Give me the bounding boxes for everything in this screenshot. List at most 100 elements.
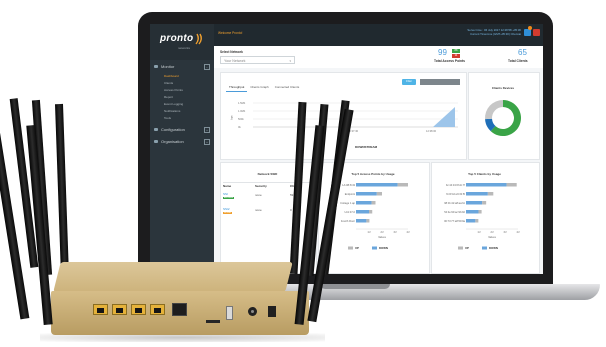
- sidebar: pronto networks Monitor − Dashboard Clie…: [150, 24, 214, 274]
- legend-label: UP: [465, 246, 469, 250]
- downstream-label: DOWNSTREAM: [355, 145, 378, 149]
- ssid-status-badge: DISAB: [223, 212, 232, 214]
- lan-port: [93, 304, 108, 315]
- bar-down: [466, 210, 479, 214]
- bar-down: [466, 219, 476, 223]
- power-button[interactable]: [533, 29, 540, 36]
- session-info: Server time : 06 July 2017 12:28:58 +05:…: [467, 28, 521, 36]
- date-range-select[interactable]: [420, 79, 460, 85]
- lan-port: [112, 304, 127, 315]
- wan-port: [172, 303, 187, 316]
- legend-label: DOWN: [379, 246, 388, 250]
- bar-up: [478, 210, 482, 214]
- ssid-row-clients: 0: [290, 208, 292, 212]
- sidebar-subitem-event-logging[interactable]: Event Logging: [164, 101, 183, 107]
- bar-label: 00:73:77:a8:59:9a: [444, 219, 465, 223]
- y-tick: 500k: [238, 118, 244, 121]
- bar-label: f4:0f:42:e9:33:f5: [446, 192, 465, 196]
- clients-devices-donut: [485, 100, 521, 136]
- network-select[interactable]: Your Network ▾: [220, 56, 295, 64]
- bar-up: [397, 183, 408, 187]
- x-axis-label: Values: [378, 235, 386, 239]
- power-jack: [248, 307, 257, 316]
- bar-label: Cottage 1 ap: [340, 201, 355, 205]
- x-tick: 2M: [490, 231, 493, 234]
- welcome-text: Welcome Pronto!: [218, 31, 243, 35]
- usb-port: [226, 306, 233, 320]
- clients-count: 65: [518, 48, 527, 57]
- lan-port: [150, 304, 165, 315]
- y-tick: 0k: [238, 126, 241, 129]
- filter-button[interactable]: Filter: [402, 79, 416, 85]
- bar-up: [475, 219, 479, 223]
- ssid-row-security: none: [255, 208, 262, 212]
- legend-label: DOWN: [489, 246, 498, 250]
- legend-swatch: [348, 246, 353, 250]
- sidebar-item-monitor[interactable]: Monitor −: [150, 62, 214, 71]
- x-tick: 3M: [393, 231, 396, 234]
- bar-up: [487, 192, 494, 196]
- ssid-status-badge: ENABLE: [223, 197, 235, 199]
- sidebar-subitem-notifications[interactable]: Notifications: [164, 108, 180, 114]
- sidebar-subitem-report[interactable]: Report: [164, 94, 173, 100]
- bar-down: [356, 183, 398, 187]
- logo-arc-icon: [195, 33, 202, 45]
- x-tick: 1M: [367, 231, 370, 234]
- bar-down: [356, 192, 377, 196]
- organisation-icon: [154, 140, 158, 143]
- sidebar-item-configuration[interactable]: Configuration +: [150, 125, 214, 134]
- x-tick: 4M: [406, 231, 409, 234]
- legend-swatch: [458, 246, 463, 250]
- timezone: Current Timezone (GMT+05:30) Chennai: [470, 32, 521, 36]
- bar-down: [356, 210, 369, 214]
- x-tick: 1M: [477, 231, 480, 234]
- select-network-label: Select Network: [220, 50, 243, 54]
- sidebar-item-organisation[interactable]: Organisation +: [150, 137, 214, 146]
- throughput-area: [433, 107, 455, 127]
- sidebar-subitem-clients[interactable]: Clients: [164, 80, 173, 86]
- tab-clients-graph[interactable]: Clients Graph: [247, 84, 271, 92]
- bar-down: [466, 192, 488, 196]
- lan-port: [131, 304, 146, 315]
- bar-down: [356, 201, 372, 205]
- top-ap-chart: 1A:4B:8:43 Endpoint Cottage 1 ap Unit 07-0 F…: [340, 183, 410, 250]
- bar-down: [466, 183, 507, 187]
- network-select-value: Your Network: [224, 59, 246, 63]
- monitor-icon: [154, 65, 158, 68]
- tab-connected-clients[interactable]: Connected Clients: [272, 84, 303, 92]
- brand-logo: pronto: [160, 33, 194, 44]
- sidebar-subitem-access-points[interactable]: Access Points: [164, 87, 183, 93]
- collapse-icon: −: [204, 64, 210, 70]
- legend-label: UP: [355, 246, 359, 250]
- user-button[interactable]: [524, 29, 531, 36]
- ssid-header-name: Name: [223, 184, 232, 188]
- sidebar-subitem-tools[interactable]: Tools: [164, 115, 171, 121]
- bar-label: Unit 07-0: [344, 210, 355, 214]
- top-clients-chart: bc:44:34:6f:dc:f7 f4:0f:42:e9:33:f5 98:01:…: [444, 183, 520, 250]
- access-points-count: 99: [438, 48, 447, 57]
- chevron-down-icon: ▾: [289, 59, 291, 63]
- clients-devices-title: Clients Devices: [491, 86, 515, 90]
- router-top: [53, 262, 293, 292]
- tab-throughput[interactable]: Throughput: [226, 84, 248, 92]
- y-tick-labels: 1.5Mb 1.0Mb 500k 0k: [238, 100, 245, 132]
- access-points-down-badge: 11: [452, 54, 460, 58]
- ssid-row-security: none: [255, 193, 262, 197]
- laptop-notch: [320, 284, 390, 289]
- expand-icon: +: [204, 139, 210, 145]
- sidebar-subitem-dashboard[interactable]: Dashboard: [164, 73, 179, 79]
- bar-up: [482, 201, 487, 205]
- bar-label: 54:4e:90:ac:9b:b0: [444, 210, 465, 214]
- ssid-row-name[interactable]: SSI2: [223, 207, 230, 211]
- legend-swatch: [372, 246, 377, 250]
- access-points-up-badge: 88: [452, 49, 460, 53]
- bar-label: 1A:4B:8:43: [342, 183, 355, 187]
- antenna: [55, 103, 69, 277]
- ssid-row-name[interactable]: SSI: [223, 192, 228, 196]
- bar-up: [366, 219, 370, 223]
- configuration-icon: [154, 128, 158, 131]
- ssid-header-security: Security: [255, 184, 267, 188]
- clients-label: Total Clients: [508, 59, 528, 63]
- expand-icon: +: [204, 127, 210, 133]
- bar-label: Endpoint: [345, 192, 356, 196]
